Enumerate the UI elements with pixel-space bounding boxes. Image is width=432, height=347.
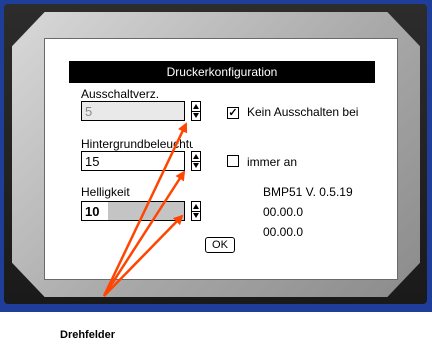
shutdown-delay-spinner[interactable] <box>191 101 201 121</box>
spin-down-icon[interactable] <box>193 163 199 168</box>
no-shutdown-label: Kein Ausschalten bei <box>247 105 359 119</box>
dialog-title: Druckerkonfiguration <box>69 61 375 83</box>
spin-up-icon[interactable] <box>193 154 199 159</box>
info-line-2: 00.00.0 <box>263 205 304 219</box>
spin-up-icon[interactable] <box>193 104 199 109</box>
spin-divider <box>192 161 200 162</box>
field-label-brightness: Helligkeit <box>81 185 130 199</box>
info-line-3: 00.00.0 <box>263 225 304 239</box>
backlight-spinner[interactable] <box>191 151 201 171</box>
printer-device: Druckerkonfiguration Ausschaltverz. 5 Hi… <box>4 4 427 304</box>
checkmark-icon: ✓ <box>228 107 238 119</box>
ok-button[interactable]: OK <box>205 237 235 253</box>
field-label-backlight: Hintergrundbeleuchtung <box>81 137 193 151</box>
spinner-caption: Drehfelder <box>60 329 116 341</box>
brightness-input[interactable]: 10 <box>81 201 185 221</box>
spin-divider <box>192 111 200 112</box>
spin-divider <box>192 211 200 212</box>
spin-down-icon[interactable] <box>193 113 199 118</box>
shutdown-delay-input[interactable]: 5 <box>81 101 185 121</box>
field-label-shutdown-delay: Ausschaltverz. <box>81 87 160 101</box>
brightness-spinner[interactable] <box>191 201 201 221</box>
backlight-input[interactable]: 15 <box>81 151 185 171</box>
spin-up-icon[interactable] <box>193 204 199 209</box>
firmware-version: BMP51 V. 0.5.19 <box>263 185 353 199</box>
always-on-label: immer an <box>247 155 298 169</box>
lcd-screen: Druckerkonfiguration Ausschaltverz. 5 Hi… <box>44 38 398 280</box>
no-shutdown-checkbox[interactable]: ✓ <box>227 107 239 119</box>
always-on-checkbox[interactable] <box>227 155 239 167</box>
spin-down-icon[interactable] <box>193 213 199 218</box>
